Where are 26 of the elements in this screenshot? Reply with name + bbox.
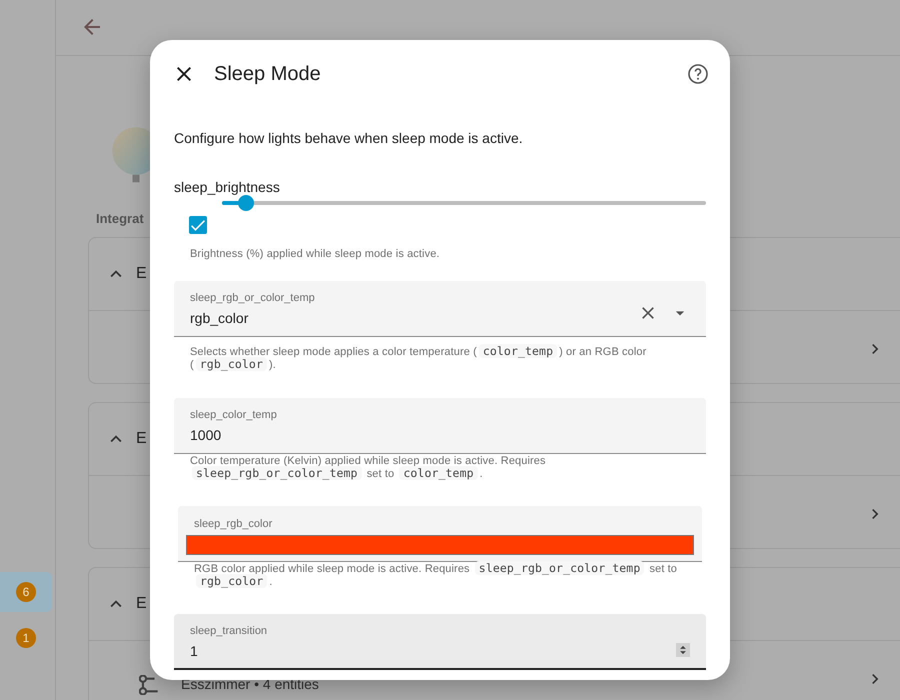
help-icon (686, 62, 710, 86)
helper-text: Selects whether sleep mode applies a color temperature ( color_temp ) or an RGB color ( rgb_color ). (190, 346, 648, 372)
section-heading: Integrat (96, 210, 144, 228)
count-badge: 6 (16, 582, 36, 602)
card-title: E (136, 594, 147, 614)
input-field[interactable]: sleep_transition 1 (174, 614, 706, 670)
field-label: sleep_rgb_color (193, 518, 274, 531)
color-swatch[interactable] (186, 535, 694, 555)
card-title: E (136, 428, 147, 448)
input-field[interactable]: sleep_color_temp 1000 (174, 398, 706, 454)
devices-icon (139, 674, 159, 694)
dropdown-field[interactable]: sleep_rgb_or_color_temp rgb_color (174, 281, 706, 337)
help-button[interactable] (686, 62, 710, 86)
card-title: E (136, 264, 147, 284)
helper-text: Color temperature (Kelvin) applied while sleep mode is active. Requires sleep_rgb_or_color_temp set to color_temp . (190, 455, 547, 481)
intro-text: Configure how lights behave when sleep mode is active. (174, 129, 524, 148)
count-badge: 1 (16, 628, 36, 648)
helper-text: RGB color applied while sleep mode is active. Requires sleep_rgb_or_color_temp set to rgb_color . (194, 563, 678, 589)
helper-text: Brightness (%) applied while sleep mode is active. (190, 248, 441, 261)
spinner-icon[interactable] (676, 643, 690, 657)
checkbox[interactable] (189, 216, 207, 234)
slider-thumb[interactable] (238, 195, 254, 211)
card-subtitle: Esszimmer • 4 entities (181, 675, 319, 694)
dialog-title: Sleep Mode (214, 62, 322, 86)
check-icon (191, 220, 205, 230)
field-label: sleep_brightness (174, 178, 281, 197)
